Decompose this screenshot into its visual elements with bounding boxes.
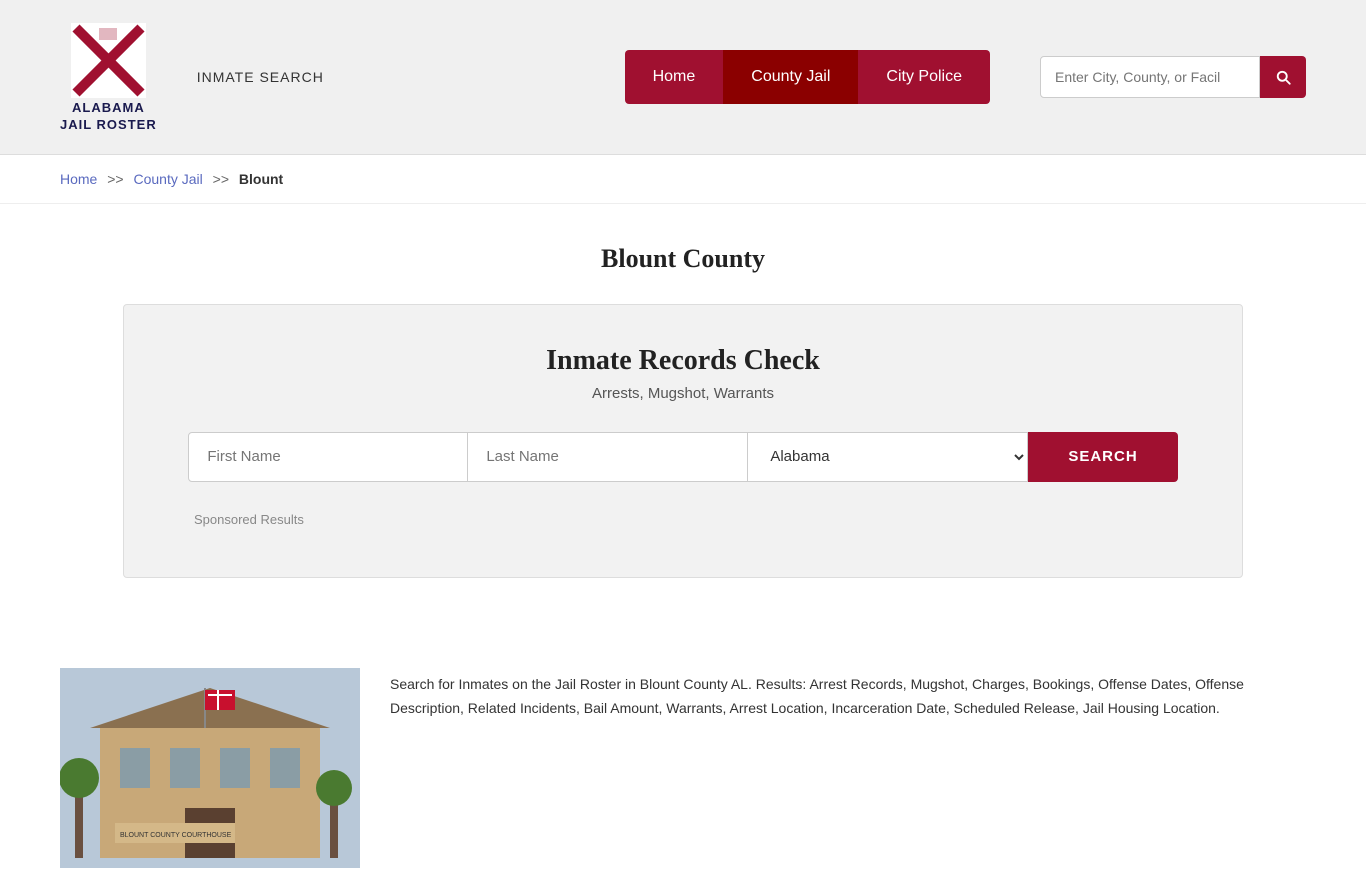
- records-check-box: Inmate Records Check Arrests, Mugshot, W…: [123, 304, 1243, 578]
- records-search-button[interactable]: SEARCH: [1028, 432, 1177, 482]
- main-nav: Home County Jail City Police: [625, 50, 990, 104]
- first-name-input[interactable]: [188, 432, 468, 482]
- site-header: ALABAMA JAIL ROSTER INMATE SEARCH Home C…: [0, 0, 1366, 155]
- breadcrumb-sep1: >>: [107, 171, 123, 187]
- header-search-button[interactable]: [1260, 56, 1306, 98]
- breadcrumb-home[interactable]: Home: [60, 171, 97, 187]
- page-title: Blount County: [60, 244, 1306, 274]
- logo-flag-icon: [68, 20, 148, 100]
- records-title: Inmate Records Check: [184, 345, 1182, 377]
- inmate-search-form: AlabamaAlaskaArizonaArkansasCaliforniaCo…: [184, 432, 1182, 482]
- breadcrumb-county-jail[interactable]: County Jail: [134, 171, 203, 187]
- svg-text:BLOUNT COUNTY COURTHOUSE: BLOUNT COUNTY COURTHOUSE: [120, 832, 232, 839]
- nav-home-button[interactable]: Home: [625, 50, 724, 104]
- nav-city-police-button[interactable]: City Police: [858, 50, 990, 104]
- header-search-input[interactable]: [1040, 56, 1260, 98]
- state-select[interactable]: AlabamaAlaskaArizonaArkansasCaliforniaCo…: [748, 432, 1028, 482]
- site-logo[interactable]: ALABAMA JAIL ROSTER: [60, 20, 157, 134]
- search-icon: [1274, 68, 1292, 86]
- breadcrumb-current: Blount: [239, 171, 283, 187]
- inmate-search-link[interactable]: INMATE SEARCH: [197, 69, 324, 85]
- sponsored-label: Sponsored Results: [184, 512, 1182, 527]
- logo-text: ALABAMA JAIL ROSTER: [60, 100, 157, 134]
- breadcrumb-sep2: >>: [213, 171, 229, 187]
- records-subtitle: Arrests, Mugshot, Warrants: [184, 385, 1182, 402]
- breadcrumb: Home >> County Jail >> Blount: [0, 155, 1366, 204]
- header-search-area: [1040, 56, 1306, 98]
- nav-county-jail-button[interactable]: County Jail: [723, 50, 858, 104]
- main-content: Blount County Inmate Records Check Arres…: [0, 204, 1366, 648]
- last-name-input[interactable]: [468, 432, 748, 482]
